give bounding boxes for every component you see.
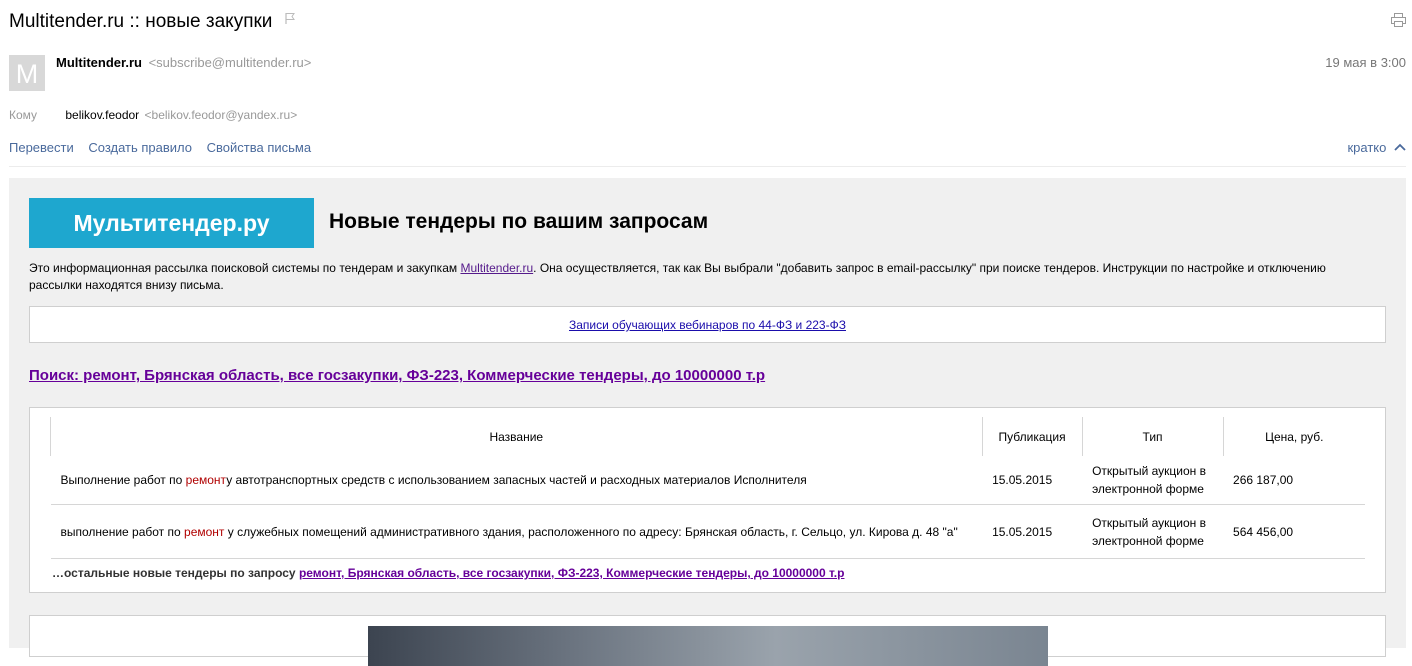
more-tenders-link[interactable]: ремонт, Брянская область, все госзакупки… [299, 566, 845, 580]
email-date: 19 мая в 3:00 [1325, 55, 1406, 70]
more-tenders: …остальные новые тендеры по запросу ремо… [52, 566, 844, 580]
tender-name-start: Выполнение работ по [60, 473, 186, 487]
search-query-link[interactable]: Поиск: ремонт, Брянская область, все гос… [29, 367, 765, 384]
col-header-type: Тип [1081, 417, 1224, 456]
sender-info: Multitender.ru <subscribe@multitender.ru… [56, 55, 311, 70]
tender-date: 15.05.2015 [982, 504, 1083, 559]
flag-icon[interactable] [284, 12, 296, 25]
tender-date: 15.05.2015 [992, 473, 1053, 487]
tender-name[interactable]: Выполнение работ по ремонту автотранспор… [51, 456, 983, 505]
to-label: Кому [9, 108, 38, 122]
brief-label: кратко [1347, 140, 1387, 155]
intro-text-start: Это информационная рассылка поисковой си… [29, 261, 461, 275]
recipient-name[interactable]: belikov.feodor [65, 108, 139, 122]
chevron-up-icon [1394, 143, 1406, 151]
tender-name[interactable]: выполнение работ по ремонт у служебных п… [50, 504, 983, 559]
table-row[interactable]: выполнение работ по ремонт у служебных п… [50, 504, 1365, 559]
col-header-price: Цена, руб. [1222, 417, 1365, 456]
email-properties-link[interactable]: Свойства письма [207, 140, 311, 155]
tender-type: Открытый аукцион в электронной форме [1082, 504, 1224, 559]
avatar[interactable]: M [9, 55, 45, 91]
tender-name-end: у автотранспортных средств с использован… [226, 473, 807, 487]
email-subject: Multitender.ru :: новые закупки [9, 11, 296, 33]
tender-name-start: выполнение работ по [60, 524, 185, 539]
table-header-row: Название Публикация Тип Цена, руб. [50, 417, 1365, 456]
email-actions: Перевести Создать правило Свойства письм… [9, 140, 322, 155]
print-icon[interactable] [1391, 13, 1406, 27]
subject-text: Multitender.ru :: новые закупки [9, 11, 273, 32]
keyword-highlight: ремонт [184, 524, 225, 539]
intro-paragraph: Это информационная рассылка поисковой си… [29, 260, 1369, 294]
tenders-panel: Название Публикация Тип Цена, руб. Выпол… [29, 407, 1386, 593]
banner-image[interactable] [368, 626, 1048, 666]
translate-link[interactable]: Перевести [9, 140, 74, 155]
more-prefix: …остальные новые тендеры по запросу [52, 566, 299, 580]
header-divider [9, 166, 1406, 167]
sender-email[interactable]: <subscribe@multitender.ru> [149, 55, 312, 70]
col-header-name: Название [50, 417, 983, 456]
webinar-banner: Записи обучающих вебинаров по 44-ФЗ и 22… [29, 306, 1386, 343]
email-body: Мультитендер.ру Новые тендеры по вашим з… [9, 178, 1406, 666]
sender-name[interactable]: Multitender.ru [56, 55, 142, 70]
letter-headline: Новые тендеры по вашим запросам [329, 210, 709, 233]
promo-banner [29, 615, 1386, 666]
tender-price: 564 456,00 [1223, 504, 1365, 559]
col-header-publication: Публикация [981, 417, 1083, 456]
intro-site-link[interactable]: Multitender.ru [460, 261, 533, 275]
brief-toggle[interactable]: кратко [1347, 140, 1406, 155]
keyword-highlight: ремонт [185, 473, 227, 487]
multitender-logo[interactable]: Мультитендер.ру [29, 198, 314, 248]
tender-price: 266 187,00 [1233, 473, 1294, 487]
tenders-table: Название Публикация Тип Цена, руб. Выпол… [50, 417, 1365, 559]
tender-name-end: у служебных помещений административного … [224, 524, 958, 539]
webinar-link[interactable]: Записи обучающих вебинаров по 44-ФЗ и 22… [569, 318, 846, 332]
create-rule-link[interactable]: Создать правило [88, 140, 192, 155]
recipient-email[interactable]: <belikov.feodor@yandex.ru> [145, 108, 298, 122]
table-row[interactable]: Выполнение работ по ремонту автотранспор… [51, 456, 1366, 505]
tender-type: Открытый аукцион в электронной форме [1092, 464, 1206, 496]
recipient-row: Кому belikov.feodor <belikov.feodor@yand… [9, 108, 297, 122]
